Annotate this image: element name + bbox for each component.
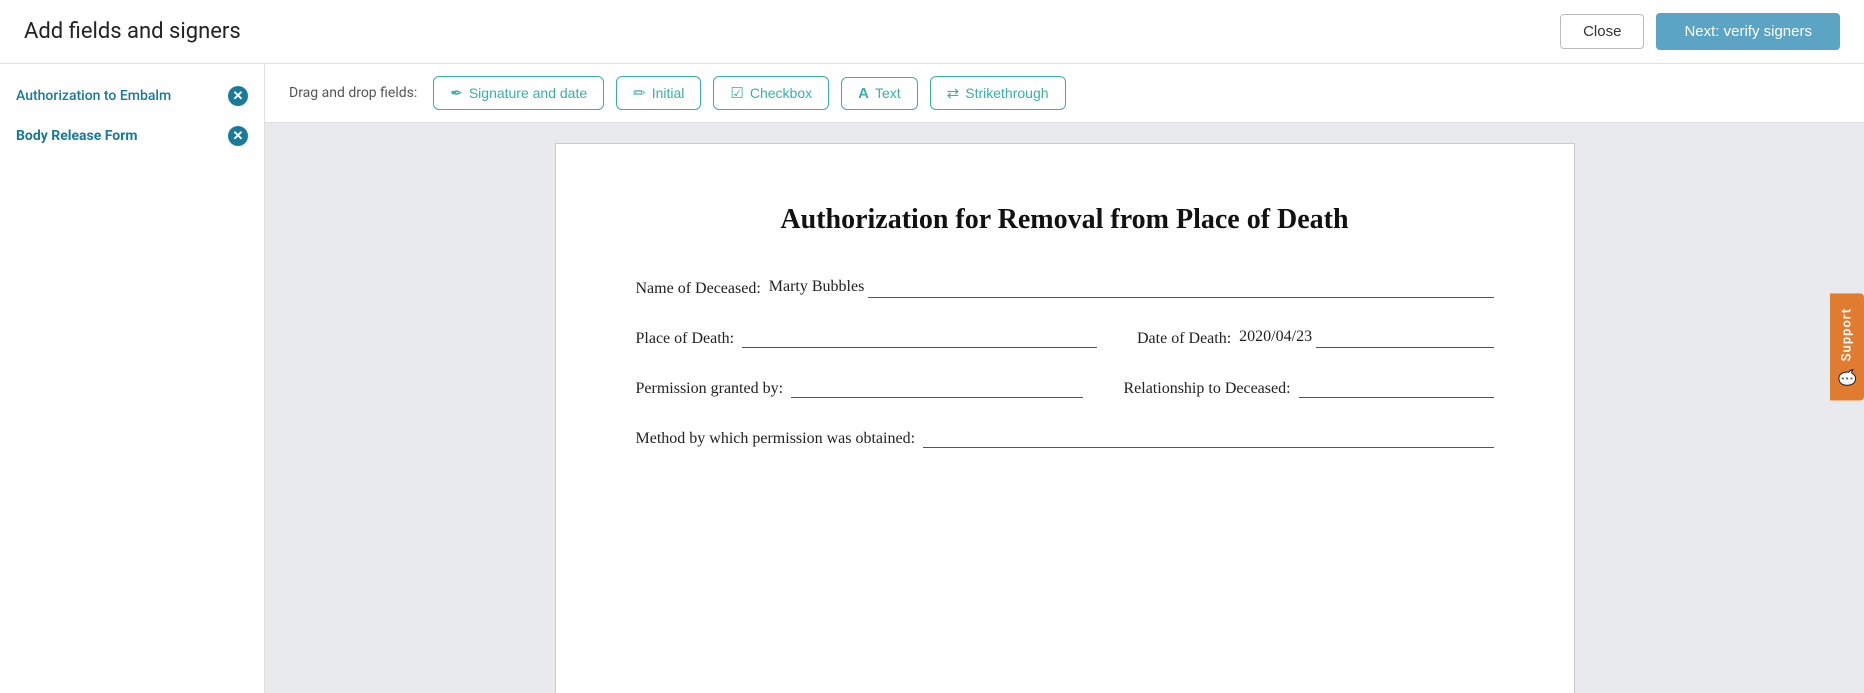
initial-button[interactable]: ✏ Initial <box>616 76 701 110</box>
method-line <box>923 426 1493 448</box>
date-value: 2020/04/23 <box>1239 328 1312 348</box>
text-button[interactable]: A Text <box>841 77 918 110</box>
document-area: Authorization for Removal from Place of … <box>265 123 1864 693</box>
strikethrough-btn-label: Strikethrough <box>965 85 1048 101</box>
date-line <box>1316 326 1493 348</box>
relationship-label: Relationship to Deceased: <box>1123 380 1290 398</box>
remove-body-release-icon[interactable]: ✕ <box>228 126 248 146</box>
permission-label: Permission granted by: <box>636 380 784 398</box>
checkbox-icon: ☑ <box>730 84 743 102</box>
document-title: Authorization for Removal from Place of … <box>636 204 1494 236</box>
name-line <box>868 276 1493 298</box>
top-bar: Add fields and signers Close Next: verif… <box>0 0 1864 64</box>
fields-toolbar: Drag and drop fields: ✒ Signature and da… <box>265 64 1864 123</box>
date-label: Date of Death: <box>1137 330 1231 348</box>
document-page: Authorization for Removal from Place of … <box>555 143 1575 693</box>
support-tab[interactable]: 💬 Support <box>1830 293 1864 400</box>
main-layout: Authorization to Embalm ✕ Body Release F… <box>0 64 1864 693</box>
name-label: Name of Deceased: <box>636 280 761 298</box>
signature-btn-label: Signature and date <box>469 85 587 101</box>
method-label: Method by which permission was obtained: <box>636 430 916 448</box>
sidebar-item-body-release-form[interactable]: Body Release Form ✕ <box>0 116 264 156</box>
initial-btn-label: Initial <box>652 85 685 101</box>
place-line <box>742 326 1097 348</box>
strikethrough-icon: ⇄ <box>947 84 960 102</box>
sidebar: Authorization to Embalm ✕ Body Release F… <box>0 64 265 693</box>
remove-authorization-icon[interactable]: ✕ <box>228 86 248 106</box>
initial-icon: ✏ <box>633 84 646 102</box>
top-bar-actions: Close Next: verify signers <box>1560 13 1840 50</box>
signature-and-date-button[interactable]: ✒ Signature and date <box>433 76 604 110</box>
relationship-line <box>1299 376 1494 398</box>
place-label: Place of Death: <box>636 330 735 348</box>
sidebar-item-label-active: Body Release Form <box>16 128 137 144</box>
name-of-deceased-row: Name of Deceased: Marty Bubbles <box>636 276 1494 298</box>
signature-icon: ✒ <box>450 84 463 102</box>
support-icon: 💬 <box>1838 367 1856 386</box>
text-icon: A <box>858 85 869 102</box>
page-title: Add fields and signers <box>24 19 241 44</box>
sidebar-item-authorization-to-embalm[interactable]: Authorization to Embalm ✕ <box>0 76 264 116</box>
content-area: Drag and drop fields: ✒ Signature and da… <box>265 64 1864 693</box>
name-value: Marty Bubbles <box>769 278 865 298</box>
drag-drop-label: Drag and drop fields: <box>289 85 417 101</box>
text-btn-label: Text <box>875 85 901 101</box>
strikethrough-button[interactable]: ⇄ Strikethrough <box>930 76 1066 110</box>
next-button[interactable]: Next: verify signers <box>1656 13 1840 50</box>
sidebar-item-label: Authorization to Embalm <box>16 88 171 104</box>
permission-line <box>791 376 1083 398</box>
checkbox-btn-label: Checkbox <box>750 85 812 101</box>
permission-relationship-row: Permission granted by: Relationship to D… <box>636 376 1494 398</box>
close-button[interactable]: Close <box>1560 14 1644 49</box>
place-date-row: Place of Death: Date of Death: 2020/04/2… <box>636 326 1494 348</box>
method-row: Method by which permission was obtained: <box>636 426 1494 448</box>
checkbox-button[interactable]: ☑ Checkbox <box>713 76 829 110</box>
support-label: Support <box>1840 307 1855 361</box>
